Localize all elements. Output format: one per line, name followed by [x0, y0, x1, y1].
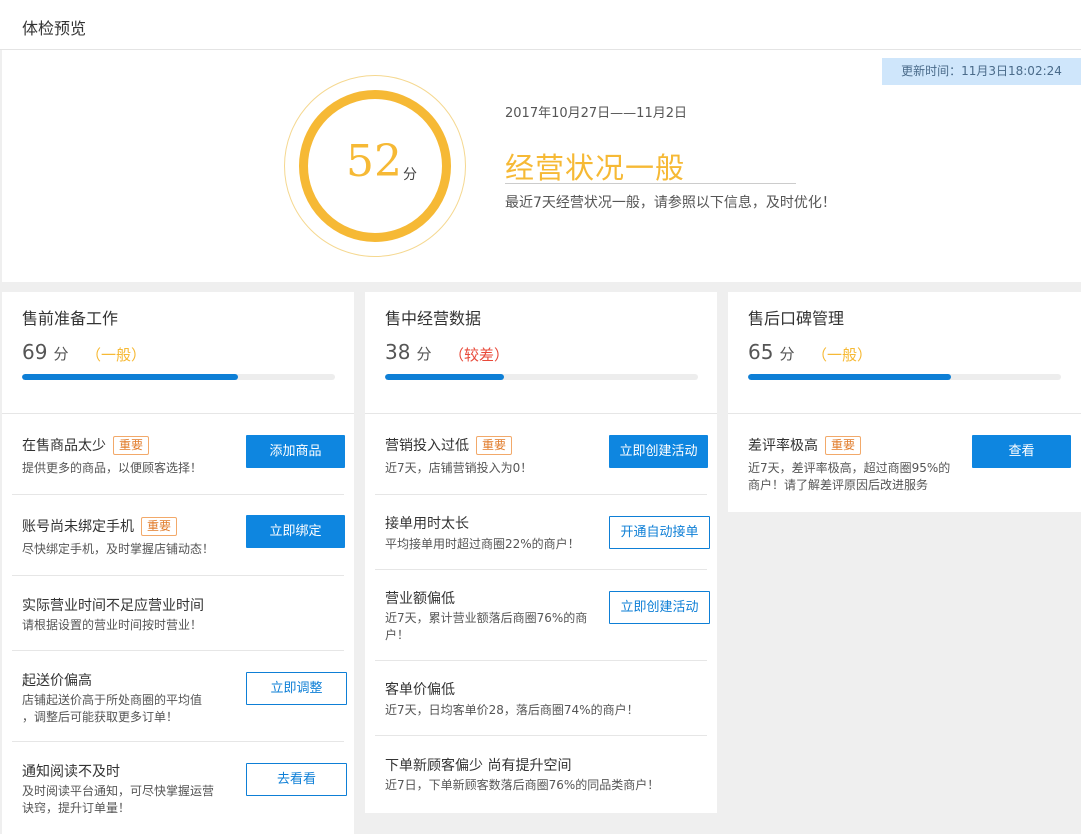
- item-title: 营业额偏低: [385, 591, 455, 607]
- item-title: 账号尚未绑定手机 重要: [22, 516, 178, 536]
- summary-panel: 更新时间：11月3日18:02:24 52 分 2017年10月27日——11月…: [2, 50, 1081, 282]
- overall-score-unit: 分: [403, 167, 417, 183]
- column-title: 售中经营数据: [385, 309, 482, 328]
- item-description-line: 及时阅读平台通知，可尽快掌握运营: [22, 784, 215, 798]
- item-title: 差评率极高 重要: [748, 435, 862, 455]
- progress-bar: [748, 374, 1061, 380]
- column-score-unit: 分: [416, 345, 432, 363]
- column-score: 38 分: [385, 340, 431, 364]
- progress-bar: [385, 374, 698, 380]
- item-title-text: 营销投入过低: [385, 438, 469, 454]
- list-item: 通知阅读不及时 及时阅读平台通知，可尽快掌握运营 诀窍，提升订单量！ 去看看: [12, 742, 347, 834]
- status-description: 最近7天经营状况一般，请参照以下信息，及时优化！: [505, 195, 836, 211]
- list-item: 下单新顾客偏少 尚有提升空间 近7日，下单新顾客数落后商圈76%的同品类商户！: [375, 736, 707, 813]
- column-title: 售后口碑管理: [748, 309, 845, 328]
- column-title: 售前准备工作: [22, 309, 119, 328]
- progress-fill: [385, 374, 504, 380]
- column-insale: 售中经营数据 38 分 （较差） 营销投入过低 重要 近7天，店铺营销投入为0！ 立…: [365, 292, 717, 813]
- item-title: 客单价偏低: [385, 682, 455, 698]
- item-description: 提供更多的商品，以便顾客选择！: [22, 461, 203, 475]
- item-description: 近7天，累计营业额落后商圈76%的商 户！: [385, 610, 587, 644]
- item-description-line: 店铺起送价高于所处商圈的平均值: [22, 693, 203, 707]
- column-presale: 售前准备工作 69 分 （一般） 在售商品太少 重要 提供更多的商品，以便顾客选择！…: [2, 292, 354, 834]
- item-description-line: 商户！请了解差评原因后改进服务: [748, 478, 929, 492]
- column-header: 售前准备工作 69 分 （一般）: [2, 292, 354, 414]
- add-product-button[interactable]: 添加商品: [246, 435, 345, 468]
- item-description: 近7天，差评率极高，超过商圈95%的 商户！请了解差评原因后改进服务: [748, 460, 950, 494]
- item-title: 接单用时太长: [385, 516, 469, 532]
- item-title-text: 差评率极高: [748, 438, 818, 454]
- important-badge: 重要: [141, 517, 178, 536]
- progress-fill: [748, 374, 952, 380]
- item-title-text: 账号尚未绑定手机: [22, 519, 134, 535]
- column-score-value: 69: [22, 340, 48, 364]
- item-description: 平均接单用时超过商圈22%的商户！: [385, 537, 580, 551]
- create-campaign-button[interactable]: 立即创建活动: [609, 591, 710, 624]
- list-item: 差评率极高 重要 近7天，差评率极高，超过商圈95%的 商户！请了解差评原因后改进服…: [738, 414, 1081, 512]
- overall-score: 52: [346, 136, 402, 187]
- enable-auto-accept-button[interactable]: 开通自动接单: [609, 516, 710, 549]
- item-title: 实际营业时间不足应营业时间: [22, 598, 204, 614]
- view-button[interactable]: 查看: [972, 435, 1071, 468]
- important-badge: 重要: [113, 436, 150, 455]
- item-description-line: 近7天，差评率极高，超过商圈95%的: [748, 461, 951, 475]
- column-score: 69 分: [22, 340, 68, 364]
- create-campaign-button[interactable]: 立即创建活动: [609, 435, 708, 468]
- item-description: 及时阅读平台通知，可尽快掌握运营 诀窍，提升订单量！: [22, 783, 214, 817]
- item-description: 近7天，日均客单价28，落后商圈74%的商户！: [385, 703, 639, 717]
- list-item: 实际营业时间不足应营业时间 请根据设置的营业时间按时营业！: [12, 576, 344, 651]
- list-item: 在售商品太少 重要 提供更多的商品，以便顾客选择！ 添加商品: [12, 414, 345, 495]
- column-header: 售后口碑管理 65 分 （一般）: [728, 292, 1081, 414]
- item-description: 近7日，下单新顾客数落后商圈76%的同品类商户！: [385, 778, 660, 792]
- page-header: 体检预览: [0, 0, 1081, 50]
- column-score-value: 38: [385, 340, 411, 364]
- item-description-line: 户！: [385, 628, 410, 642]
- item-title: 下单新顾客偏少 尚有提升空间: [385, 758, 572, 774]
- important-badge: 重要: [476, 436, 513, 455]
- column-level: （一般）: [812, 346, 873, 364]
- column-score-unit: 分: [53, 345, 69, 363]
- status-divider: [505, 183, 796, 184]
- list-item: 起送价偏高 店铺起送价高于所处商圈的平均值 ，调整后可能获取更多订单！ 立即调整: [12, 651, 347, 742]
- list-item: 营销投入过低 重要 近7天，店铺营销投入为0！ 立即创建活动: [375, 414, 708, 495]
- item-title: 起送价偏高: [22, 673, 92, 689]
- column-aftersale: 售后口碑管理 65 分 （一般） 差评率极高 重要 近7天，差评率极高，超过商圈95…: [728, 292, 1081, 512]
- status-title: 经营状况一般: [505, 151, 686, 185]
- item-description-line: 近7天，累计营业额落后商圈76%的商: [385, 611, 588, 625]
- go-see-button[interactable]: 去看看: [246, 763, 347, 796]
- column-score: 65 分: [748, 340, 794, 364]
- list-item: 营业额偏低 近7天，累计营业额落后商圈76%的商 户！ 立即创建活动: [375, 570, 710, 661]
- column-score-unit: 分: [779, 345, 795, 363]
- column-score-value: 65: [748, 340, 774, 364]
- list-item: 账号尚未绑定手机 重要 尽快绑定手机，及时掌握店铺动态！ 立即绑定: [12, 495, 345, 576]
- progress-fill: [22, 374, 238, 380]
- item-title: 通知阅读不及时: [22, 764, 120, 780]
- date-range: 2017年10月27日——11月2日: [505, 106, 687, 121]
- column-header: 售中经营数据 38 分 （较差）: [365, 292, 717, 414]
- update-time-badge: 更新时间：11月3日18:02:24: [882, 58, 1081, 85]
- important-badge: 重要: [825, 436, 862, 455]
- column-level: （一般）: [86, 346, 147, 364]
- item-description: 近7天，店铺营销投入为0！: [385, 461, 533, 475]
- list-item: 接单用时太长 平均接单用时超过商圈22%的商户！ 开通自动接单: [375, 495, 710, 570]
- item-description: 店铺起送价高于所处商圈的平均值 ，调整后可能获取更多订单！: [22, 692, 202, 726]
- item-description-line: 诀窍，提升订单量！: [22, 801, 131, 815]
- item-title-text: 在售商品太少: [22, 438, 106, 454]
- column-level: （较差）: [449, 346, 510, 364]
- item-description: 请根据设置的营业时间按时营业！: [22, 618, 203, 632]
- adjust-now-button[interactable]: 立即调整: [246, 672, 347, 705]
- page-title: 体检预览: [22, 19, 87, 38]
- item-title: 营销投入过低 重要: [385, 435, 513, 455]
- item-description: 尽快绑定手机，及时掌握店铺动态！: [22, 542, 215, 556]
- progress-bar: [22, 374, 335, 380]
- item-description-line: ，调整后可能获取更多订单！: [22, 710, 179, 724]
- bind-phone-button[interactable]: 立即绑定: [246, 515, 345, 548]
- list-item: 客单价偏低 近7天，日均客单价28，落后商圈74%的商户！: [375, 661, 707, 736]
- item-title: 在售商品太少 重要: [22, 435, 150, 455]
